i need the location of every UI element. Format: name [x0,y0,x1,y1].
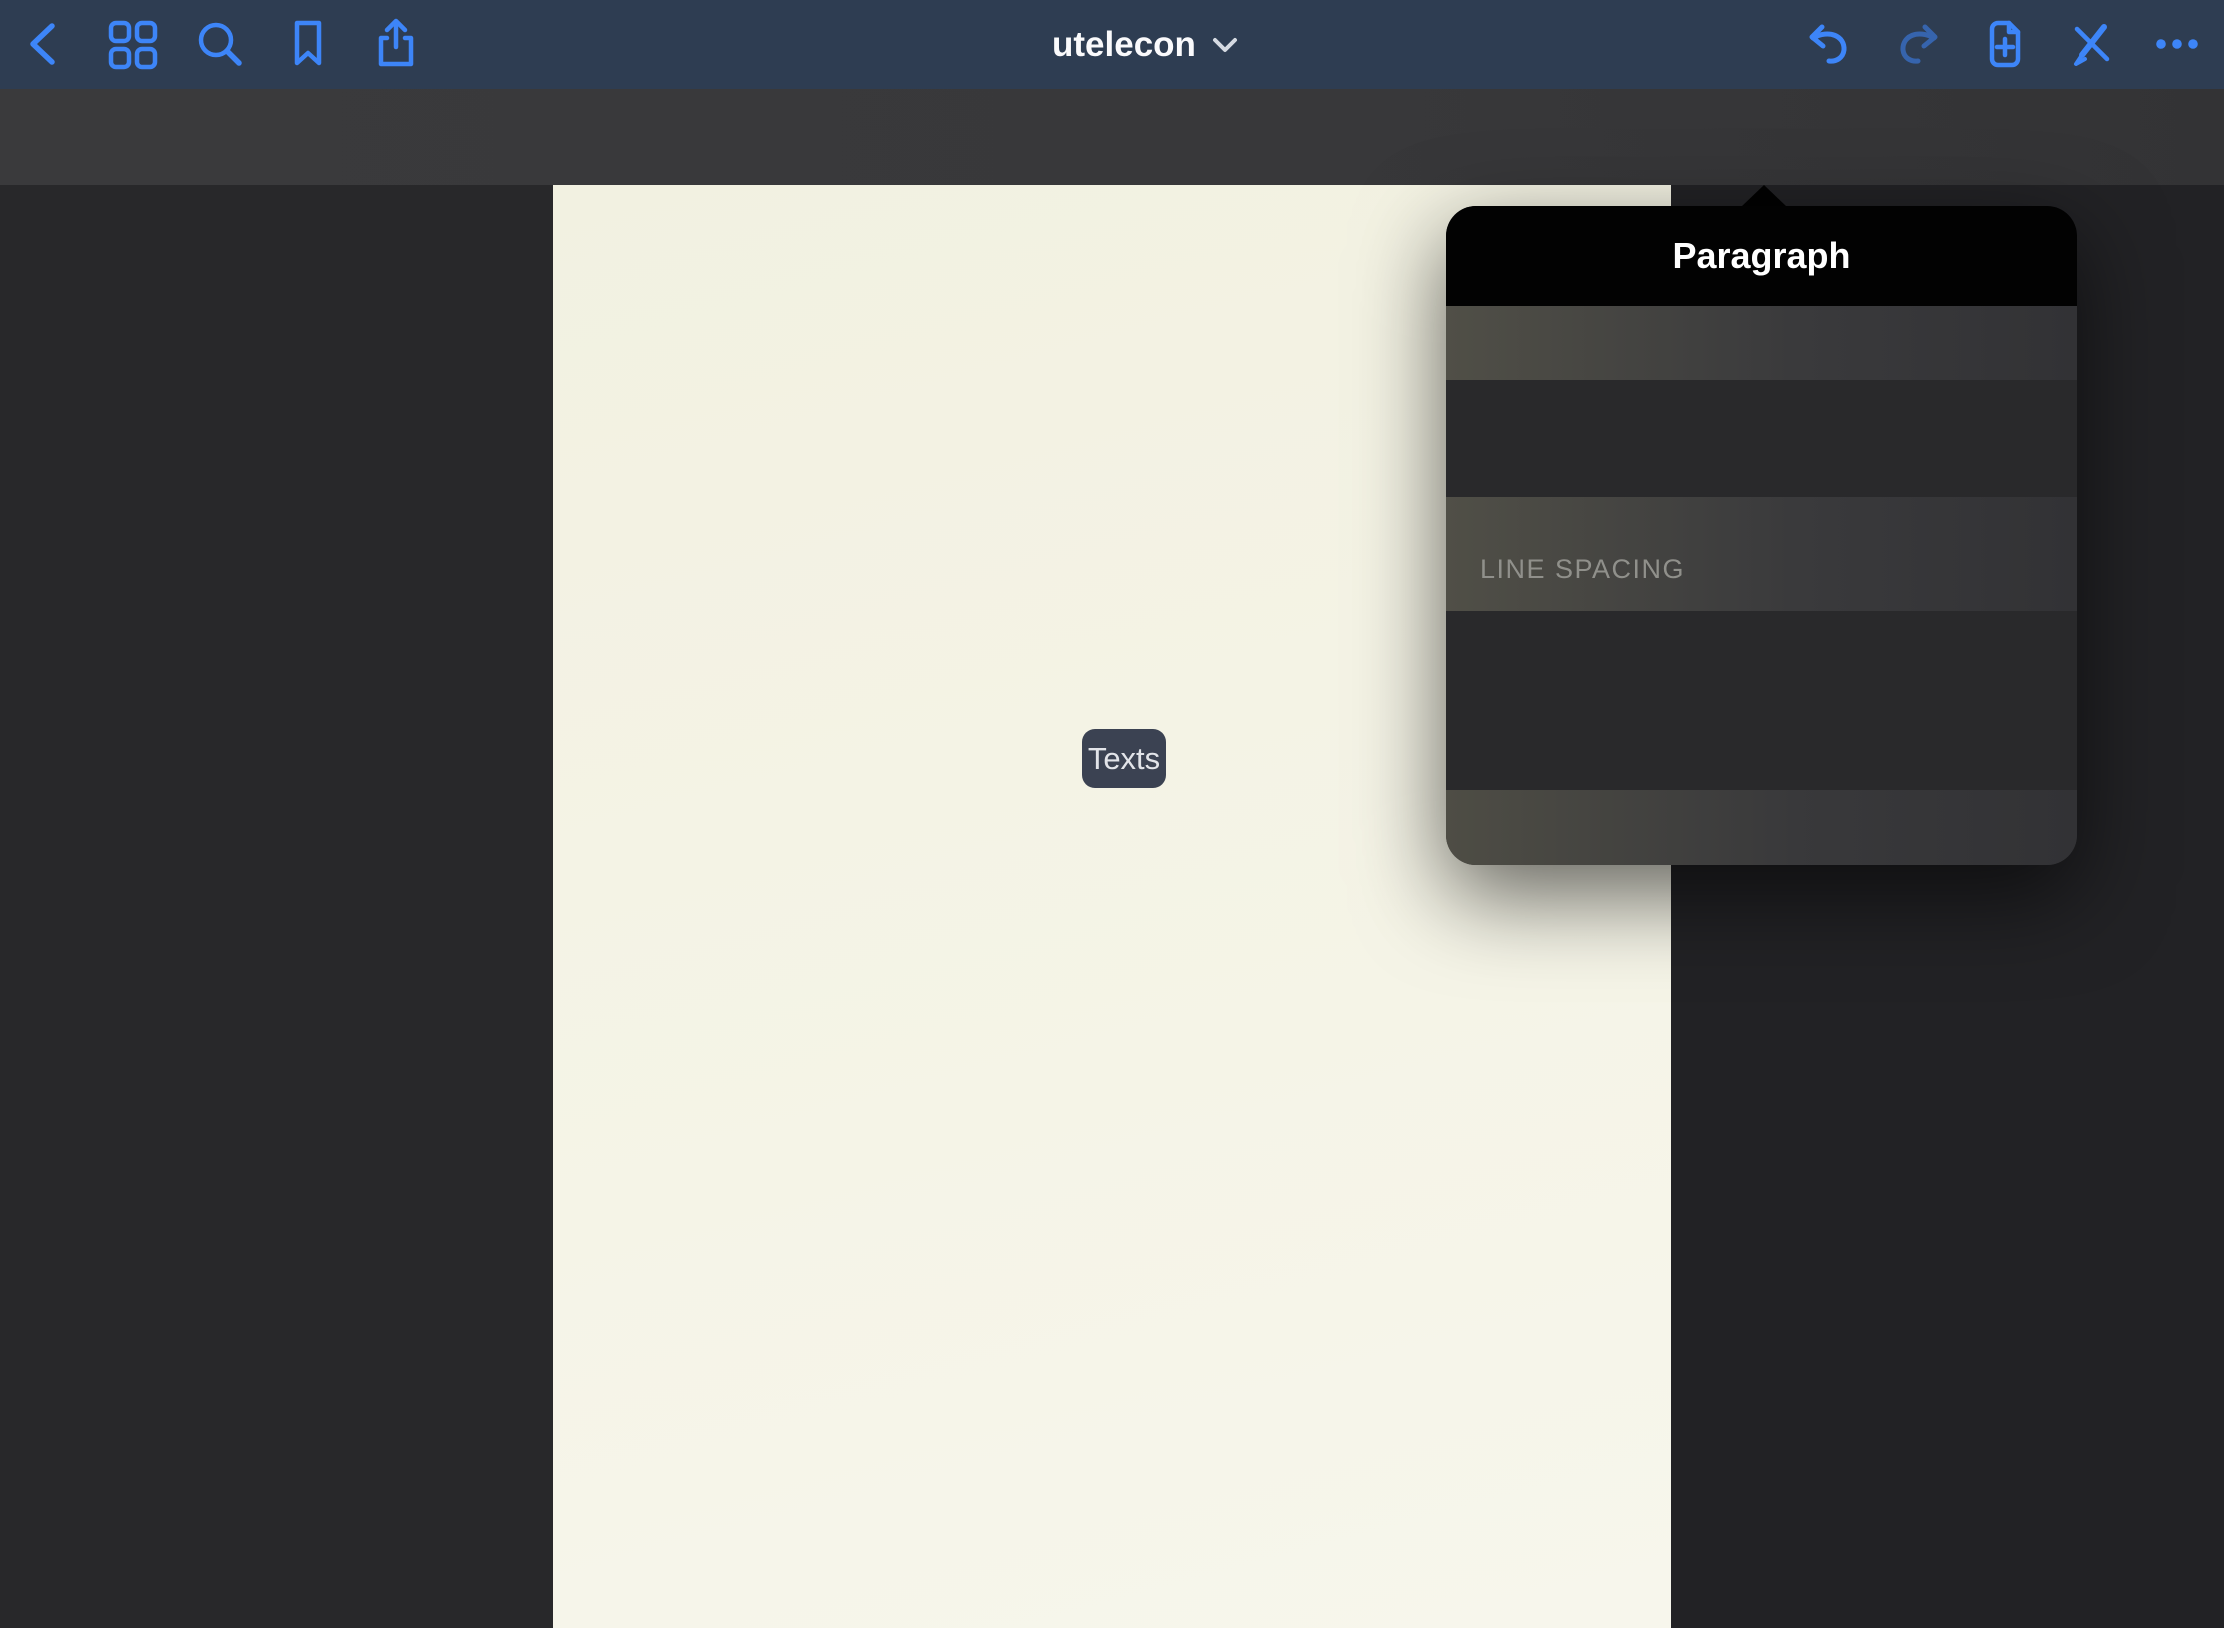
popover-translucent-band [1446,790,2077,865]
search-button[interactable] [190,14,250,74]
ellipsis-icon [2150,16,2206,72]
back-button[interactable] [16,14,76,74]
readonly-toggle-button[interactable] [2061,14,2121,74]
chevron-left-icon [18,16,74,72]
canvas-left-margin [0,185,553,1628]
popover-title: Paragraph [1672,235,1850,277]
search-icon [192,16,248,72]
selected-text-object[interactable]: Texts [1082,729,1166,788]
undo-button[interactable] [1799,14,1859,74]
paragraph-popover: Paragraph LINE SPACING Automatic [1446,206,2077,865]
tools-bar: a [0,89,2224,185]
bookmark-button[interactable] [278,14,338,74]
document-title-button[interactable]: utelecon [1052,0,1238,89]
selected-text-label: Texts [1088,741,1160,777]
redo-button[interactable] [1888,14,1948,74]
bookmark-icon [280,16,336,72]
grid-icon [104,16,160,72]
document-plus-icon [1977,16,2033,72]
popover-arrow [1741,185,1787,207]
more-button[interactable] [2148,14,2208,74]
chevron-down-icon [1212,37,1238,53]
document-title: utelecon [1052,25,1196,65]
line-spacing-section-label: LINE SPACING [1480,554,1685,585]
alignment-row [1446,380,2077,497]
add-page-button[interactable] [1975,14,2035,74]
thumbnails-button[interactable] [102,14,162,74]
share-icon [368,16,424,72]
nav-bar: utelecon [0,0,2224,90]
line-spacing-rows: Automatic 16.00 pt − + [1446,611,2077,790]
popover-translucent-band [1446,306,2077,380]
undo-icon [1801,16,1857,72]
app-screen: utelecon [0,0,2224,1628]
popover-header: Paragraph [1446,206,2077,306]
share-button[interactable] [366,14,426,74]
redo-icon [1890,16,1946,72]
pen-slash-icon [2063,16,2119,72]
